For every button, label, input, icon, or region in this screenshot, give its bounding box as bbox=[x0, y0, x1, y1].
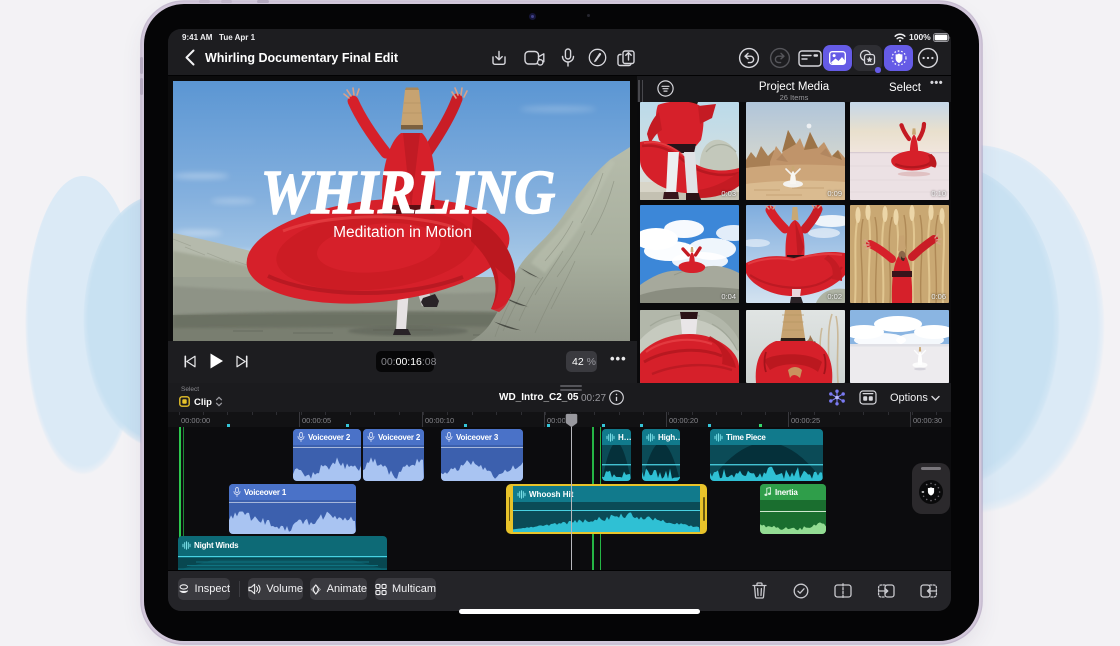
svg-text:WHIRLING: WHIRLING bbox=[261, 158, 556, 227]
svg-text:Meditation in Motion: Meditation in Motion bbox=[333, 224, 472, 241]
